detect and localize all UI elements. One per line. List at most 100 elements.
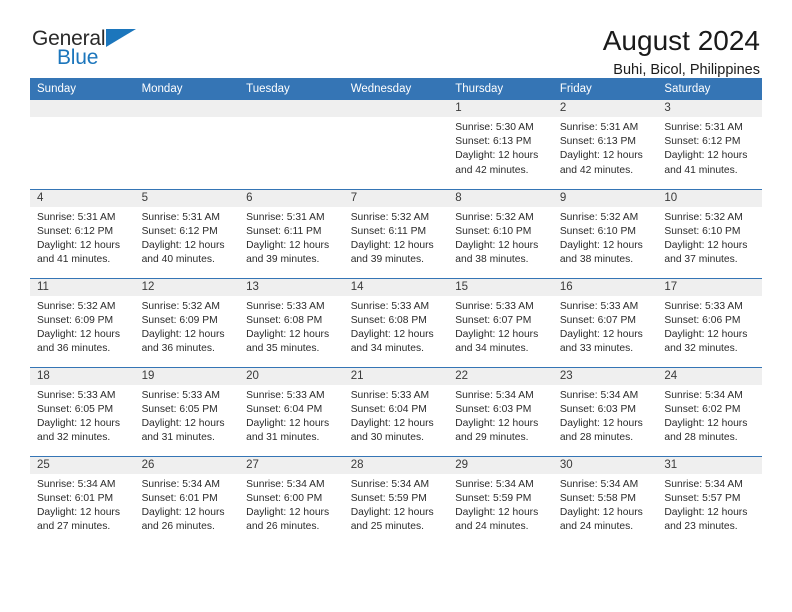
day-number: 20 [239,367,344,385]
day-number: 14 [343,278,449,296]
daylight-text-line1: Daylight: 12 hours [664,506,748,518]
calendar-day-cell[interactable]: 29 Sunrise: 5:34 AM Sunset: 5:59 PM Dayligh… [448,455,553,546]
calendar-day-cell[interactable]: 31 Sunrise: 5:34 AM Sunset: 5:57 PM Dayligh… [657,455,762,546]
calendar-day-cell[interactable]: 20 Sunrise: 5:33 AM Sunset: 6:04 PM Dayligh… [239,366,344,456]
day-number [30,100,135,117]
daylight-text-line2: and 31 minutes. [141,432,215,444]
calendar-day-cell[interactable]: 6 Sunrise: 5:31 AM Sunset: 6:11 PM Daylight… [239,188,344,278]
sunset-text: Sunset: 5:58 PM [559,492,636,504]
sunrise-text: Sunrise: 5:33 AM [559,300,639,312]
calendar-day-cell[interactable]: 23 Sunrise: 5:34 AM Sunset: 6:03 PM Dayligh… [552,366,658,456]
calendar-day-cell[interactable]: 5 Sunrise: 5:31 AM Sunset: 6:12 PM Daylight… [134,188,240,278]
day-cell-inner: 16 Sunrise: 5:33 AM Sunset: 6:07 PM Dayligh… [552,278,658,367]
calendar-day-cell[interactable]: 25 Sunrise: 5:34 AM Sunset: 6:01 PM Dayligh… [30,455,135,545]
sunset-text: Sunset: 6:00 PM [246,492,323,504]
calendar-day-cell[interactable]: 27 Sunrise: 5:34 AM Sunset: 6:00 PM Dayligh… [239,455,344,546]
day-cell-inner: 31 Sunrise: 5:34 AM Sunset: 5:57 PM Dayligh… [657,456,762,546]
calendar-day-cell[interactable]: 21 Sunrise: 5:33 AM Sunset: 6:04 PM Dayligh… [343,366,449,456]
calendar-day-cell[interactable]: 4 Sunrise: 5:31 AM Sunset: 6:12 PM Daylight… [30,188,135,278]
sunrise-text: Sunrise: 5:34 AM [141,478,220,490]
daylight-text-line1: Daylight: 12 hours [455,239,539,251]
calendar-page: General Blue August 2024 Buhi, Bicol, Ph… [0,0,792,612]
calendar-day-cell[interactable]: 8 Sunrise: 5:32 AM Sunset: 6:10 PM Daylight… [448,188,553,278]
sunrise-text: Sunrise: 5:31 AM [664,122,743,133]
calendar-day-cell[interactable]: 13 Sunrise: 5:33 AM Sunset: 6:08 PM Dayligh… [239,277,344,367]
day-cell-inner: 27 Sunrise: 5:34 AM Sunset: 6:00 PM Dayligh… [239,456,344,546]
day-details: Sunrise: 5:31 AM Sunset: 6:12 PM Daylight:… [657,117,762,178]
calendar-day-cell[interactable]: 28 Sunrise: 5:34 AM Sunset: 5:59 PM Dayligh… [343,455,449,545]
day-number: 13 [239,278,344,296]
day-number: 29 [448,456,553,474]
day-details: Sunrise: 5:34 AM Sunset: 5:57 PM Daylight:… [657,474,762,535]
calendar-day-cell[interactable]: 10 Sunrise: 5:32 AM Sunset: 6:10 PM Dayligh… [657,188,762,278]
calendar-day-cell[interactable]: 15 Sunrise: 5:33 AM Sunset: 6:07 PM Dayligh… [448,277,553,367]
calendar-day-cell-empty [134,100,240,189]
daylight-text-line2: and 40 minutes. [141,254,215,266]
calendar-week-row: 1 Sunrise: 5:30 AM Sunset: 6:13 PM Daylight… [30,100,762,189]
day-details: Sunrise: 5:33 AM Sunset: 6:06 PM Daylight:… [657,296,762,357]
calendar-day-cell[interactable]: 9 Sunrise: 5:32 AM Sunset: 6:10 PM Daylight… [552,188,658,278]
day-details: Sunrise: 5:32 AM Sunset: 6:10 PM Daylight:… [657,207,762,268]
sunrise-text: Sunrise: 5:33 AM [350,300,430,312]
sunrise-text: Sunrise: 5:31 AM [141,211,220,223]
daylight-text-line2: and 37 minutes. [664,254,738,266]
weekday-header-friday: Friday [552,78,658,100]
sunset-text: Sunset: 6:08 PM [350,314,427,326]
daylight-text-line2: and 28 minutes. [664,432,738,444]
day-cell-inner [343,100,449,189]
day-cell-inner: 17 Sunrise: 5:33 AM Sunset: 6:06 PM Dayligh… [657,278,762,367]
day-number: 25 [30,456,135,474]
calendar-day-cell[interactable]: 3 Sunrise: 5:31 AM Sunset: 6:12 PM Daylight… [657,100,762,189]
day-number: 27 [239,456,344,474]
day-cell-inner: 20 Sunrise: 5:33 AM Sunset: 6:04 PM Dayligh… [239,367,344,456]
day-cell-inner: 8 Sunrise: 5:32 AM Sunset: 6:10 PM Daylight… [448,189,553,278]
day-cell-inner: 15 Sunrise: 5:33 AM Sunset: 6:07 PM Dayligh… [448,278,553,367]
calendar-day-cell[interactable]: 14 Sunrise: 5:33 AM Sunset: 6:08 PM Dayligh… [343,277,449,367]
calendar-day-cell[interactable]: 18 Sunrise: 5:33 AM Sunset: 6:05 PM Dayligh… [30,366,135,456]
daylight-text-line1: Daylight: 12 hours [141,417,225,429]
sunrise-text: Sunrise: 5:34 AM [559,478,639,490]
calendar-day-cell[interactable]: 11 Sunrise: 5:32 AM Sunset: 6:09 PM Dayligh… [30,277,135,367]
day-cell-inner: 26 Sunrise: 5:34 AM Sunset: 6:01 PM Dayligh… [134,456,240,546]
day-number: 11 [30,278,135,296]
sunset-text: Sunset: 6:07 PM [455,314,532,326]
daylight-text-line1: Daylight: 12 hours [559,239,643,251]
day-cell-inner: 14 Sunrise: 5:33 AM Sunset: 6:08 PM Dayligh… [343,278,449,367]
calendar-day-cell-empty [30,100,135,189]
sunset-text: Sunset: 6:12 PM [141,225,218,237]
day-cell-inner: 24 Sunrise: 5:34 AM Sunset: 6:02 PM Dayligh… [657,367,762,456]
page-header: General Blue August 2024 Buhi, Bicol, Ph… [30,0,762,79]
daylight-text-line2: and 38 minutes. [559,254,634,266]
day-cell-inner: 5 Sunrise: 5:31 AM Sunset: 6:12 PM Daylight… [134,189,240,278]
day-number: 24 [657,367,762,385]
calendar-day-cell[interactable]: 7 Sunrise: 5:32 AM Sunset: 6:11 PM Daylight… [343,188,449,278]
daylight-text-line2: and 25 minutes. [350,521,424,533]
page-title: August 2024 [602,25,760,56]
calendar-week-row: 18 Sunrise: 5:33 AM Sunset: 6:05 PM Dayligh… [30,366,762,456]
day-number: 12 [134,278,240,296]
calendar-day-cell[interactable]: 12 Sunrise: 5:32 AM Sunset: 6:09 PM Dayligh… [134,277,240,367]
day-number: 22 [448,367,553,385]
calendar-day-cell[interactable]: 16 Sunrise: 5:33 AM Sunset: 6:07 PM Dayligh… [552,277,658,367]
calendar-day-cell[interactable]: 19 Sunrise: 5:33 AM Sunset: 6:05 PM Dayligh… [134,366,240,456]
day-cell-inner: 29 Sunrise: 5:34 AM Sunset: 5:59 PM Dayligh… [448,456,553,546]
day-number: 17 [657,278,762,296]
day-number: 7 [343,189,449,207]
sunset-text: Sunset: 5:57 PM [664,492,741,504]
sunset-text: Sunset: 6:04 PM [246,403,323,415]
day-cell-inner: 7 Sunrise: 5:32 AM Sunset: 6:11 PM Daylight… [343,189,449,278]
sunrise-text: Sunrise: 5:32 AM [559,211,639,223]
sunrise-text: Sunrise: 5:31 AM [559,122,639,133]
calendar-day-cell[interactable]: 17 Sunrise: 5:33 AM Sunset: 6:06 PM Dayligh… [657,277,762,367]
calendar-day-cell[interactable]: 1 Sunrise: 5:30 AM Sunset: 6:13 PM Daylight… [448,100,553,189]
day-number: 3 [657,100,762,117]
calendar-day-cell[interactable]: 24 Sunrise: 5:34 AM Sunset: 6:02 PM Dayligh… [657,366,762,456]
calendar-day-cell[interactable]: 30 Sunrise: 5:34 AM Sunset: 5:58 PM Dayligh… [552,455,658,545]
calendar-day-cell[interactable]: 26 Sunrise: 5:34 AM Sunset: 6:01 PM Dayligh… [134,455,240,546]
sunset-text: Sunset: 5:59 PM [455,492,532,504]
weekday-header-row: Sunday Monday Tuesday Wednesday Thursday Frid… [30,78,762,100]
daylight-text-line1: Daylight: 12 hours [559,506,643,518]
calendar-day-cell[interactable]: 22 Sunrise: 5:34 AM Sunset: 6:03 PM Dayligh… [448,366,553,456]
calendar-day-cell[interactable]: 2 Sunrise: 5:31 AM Sunset: 6:13 PM Daylight… [552,100,658,189]
day-cell-inner: 19 Sunrise: 5:33 AM Sunset: 6:05 PM Dayligh… [134,367,240,456]
